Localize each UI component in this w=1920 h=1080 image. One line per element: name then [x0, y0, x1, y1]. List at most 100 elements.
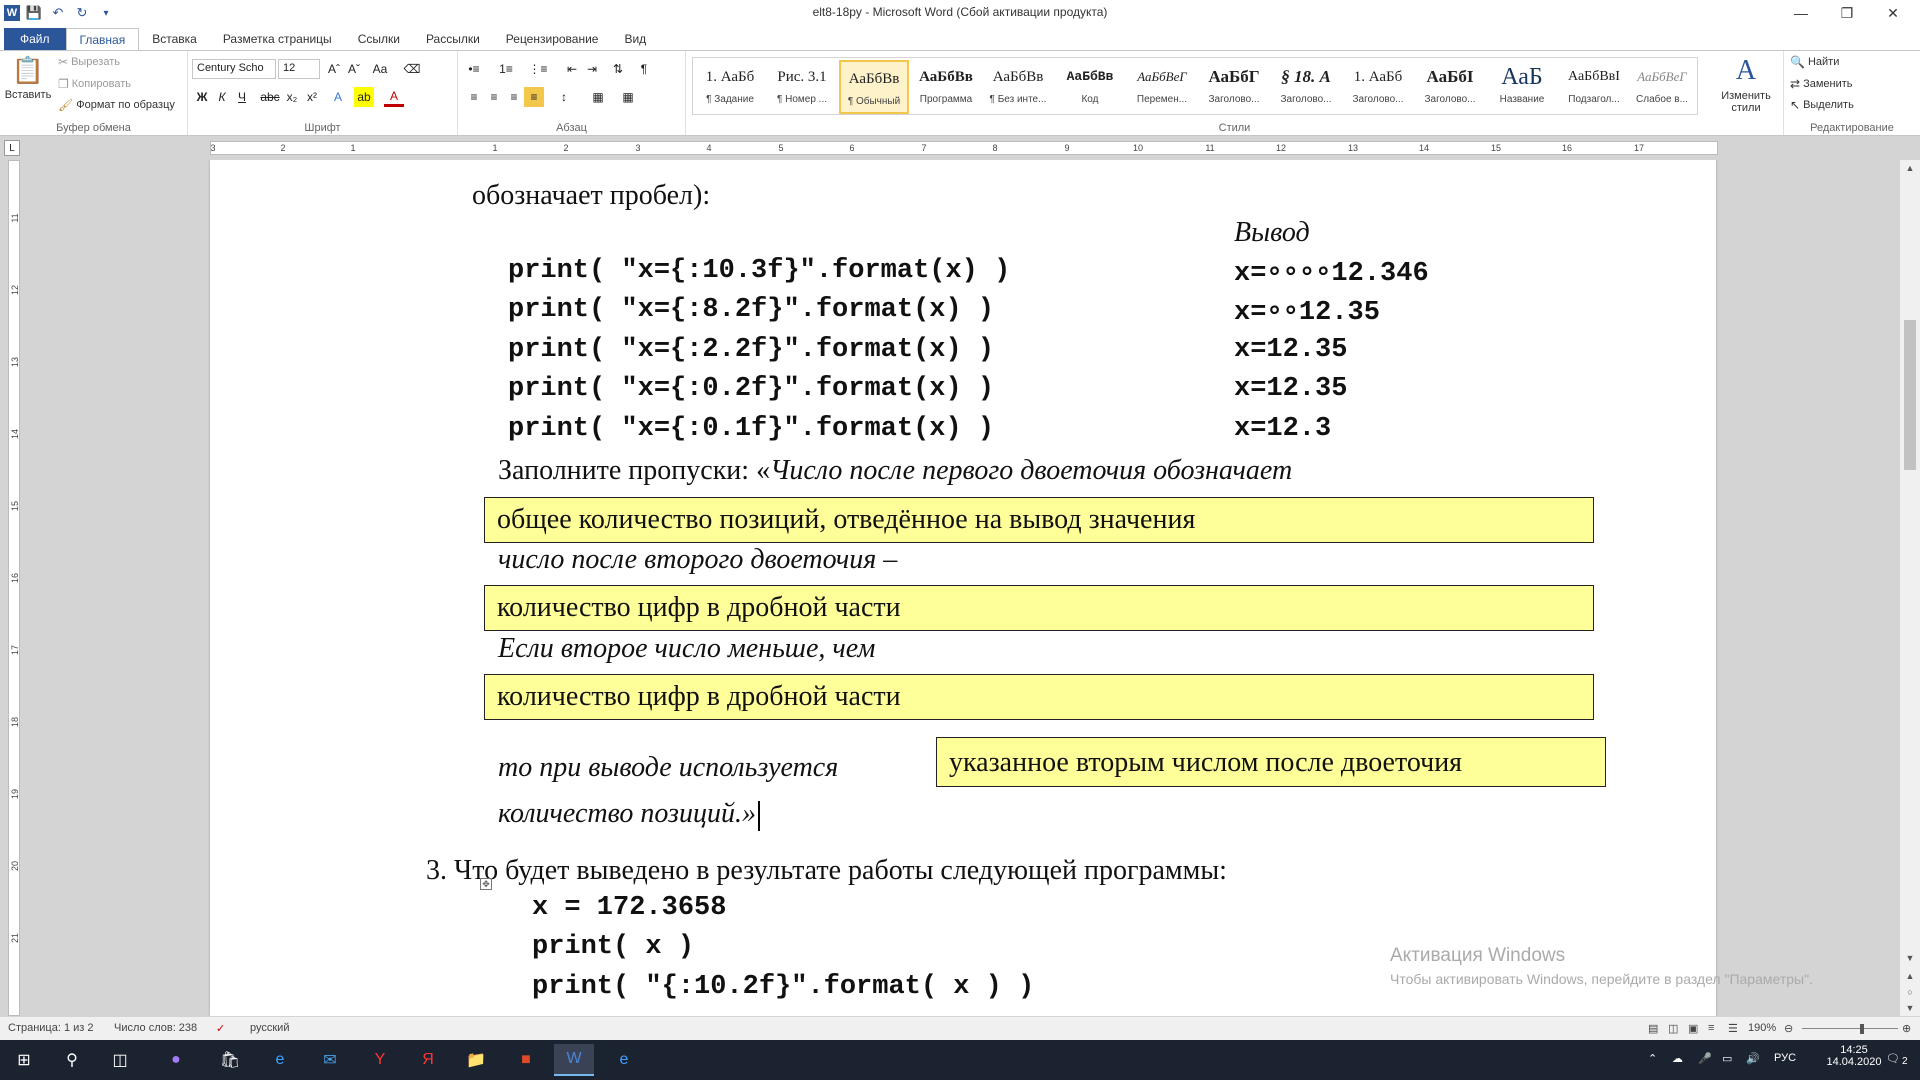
zoom-level[interactable]: 190% [1748, 1022, 1776, 1034]
line-spacing-icon[interactable]: ↕ [554, 87, 574, 107]
style-item[interactable]: АаБбВв Код [1055, 60, 1125, 114]
save-icon[interactable]: 💾 [24, 3, 44, 23]
vertical-scrollbar[interactable]: ▲ ▼ ▲ ○ ▼ [1900, 160, 1920, 1016]
tab-review[interactable]: Рецензирование [493, 28, 612, 50]
input-language[interactable]: РУС [1774, 1052, 1796, 1064]
minimize-icon[interactable]: — [1778, 0, 1824, 26]
shrink-font-icon[interactable]: Aˇ [344, 59, 364, 79]
table-move-handle-icon[interactable]: ✥ [480, 878, 492, 890]
answer-box-1[interactable]: общее количество позиций, отведённое на … [484, 497, 1594, 543]
find-button[interactable]: 🔍 Найти [1790, 55, 1839, 69]
next-page-icon[interactable]: ▼ [1900, 1000, 1920, 1016]
zoom-in-icon[interactable]: ⊕ [1902, 1022, 1911, 1035]
style-item[interactable]: 1. АаБб ¶ Задание [695, 60, 765, 114]
underline-icon[interactable]: Ч [232, 87, 252, 107]
subscript-icon[interactable]: x₂ [282, 87, 302, 107]
pilcrow-icon[interactable]: ¶ [634, 59, 654, 79]
text-effects-icon[interactable]: A [328, 87, 348, 107]
highlight-icon[interactable]: ab [354, 87, 374, 107]
style-item[interactable]: АаБбВеГ Перемен... [1127, 60, 1197, 114]
cut-button[interactable]: ✂ Вырезать [58, 55, 120, 69]
tab-stop-selector[interactable]: L [4, 140, 20, 156]
style-item[interactable]: § 18. А Заголово... [1271, 60, 1341, 114]
onedrive-icon[interactable]: ☁ [1672, 1052, 1683, 1065]
search-icon[interactable]: ⚲ [52, 1044, 92, 1076]
style-item[interactable]: Рис. 3.1 ¶ Номер ... [767, 60, 837, 114]
style-item[interactable]: АаБбI Заголово... [1415, 60, 1485, 114]
print-layout-view-icon[interactable]: ▤ [1648, 1022, 1658, 1035]
tab-page-layout[interactable]: Разметка страницы [210, 28, 345, 50]
task-view-icon[interactable]: ◫ [100, 1044, 140, 1076]
align-center-icon[interactable]: ≡ [484, 87, 504, 107]
scroll-down-icon[interactable]: ▼ [1900, 950, 1920, 966]
mail-icon[interactable]: ✉ [310, 1044, 350, 1076]
tab-file[interactable]: Файл [4, 28, 66, 50]
reading-view-icon[interactable]: ◫ [1668, 1022, 1678, 1035]
word-taskbar-icon[interactable]: W [554, 1044, 594, 1076]
style-item[interactable]: АаБбВеГ Слабое в... [1631, 60, 1693, 114]
windows-start-icon[interactable]: ⊞ [4, 1044, 44, 1076]
word-count[interactable]: Число слов: 238 [114, 1022, 197, 1034]
decrease-indent-icon[interactable]: ⇤ [562, 59, 582, 79]
answer-box-4[interactable]: указанное вторым числом после двоеточия [936, 737, 1606, 787]
volume-icon[interactable]: 🔊 [1746, 1052, 1760, 1065]
internet-explorer-icon[interactable]: e [604, 1044, 644, 1076]
store-icon[interactable]: 🛍 [210, 1044, 250, 1076]
answer-box-2[interactable]: количество цифр в дробной части [484, 585, 1594, 631]
vertical-ruler[interactable]: 11 12 13 14 15 16 17 18 19 20 21 [8, 160, 20, 1016]
numbering-icon[interactable]: 1≡ [496, 59, 516, 79]
tab-mailings[interactable]: Рассылки [413, 28, 493, 50]
paste-button[interactable]: 📋 Вставить [5, 55, 52, 101]
notifications-icon[interactable]: 🗨 [1886, 1052, 1900, 1065]
select-button[interactable]: ↖ Выделить [1790, 98, 1854, 112]
style-item[interactable]: АаБбВв ¶ Без инте... [983, 60, 1053, 114]
copy-button[interactable]: ❐ Копировать [58, 77, 131, 91]
close-icon[interactable]: ✕ [1870, 0, 1916, 26]
superscript-icon[interactable]: x² [302, 87, 322, 107]
browse-object-icon[interactable]: ○ [1900, 984, 1920, 1000]
shading-icon[interactable]: ▦ [588, 87, 608, 107]
bold-icon[interactable]: Ж [192, 87, 212, 107]
style-item[interactable]: АаБбВвI Подзагол... [1559, 60, 1629, 114]
strikethrough-icon[interactable]: abc [260, 87, 280, 107]
grow-font-icon[interactable]: Aˆ [324, 59, 344, 79]
style-item-selected[interactable]: АаБбВв ¶ Обычный [839, 60, 909, 114]
scroll-up-icon[interactable]: ▲ [1900, 160, 1920, 176]
change-styles-button[interactable]: A Изменить стили [1716, 55, 1776, 114]
replace-button[interactable]: ⇄ Заменить [1790, 77, 1853, 91]
tab-insert[interactable]: Вставка [139, 28, 210, 50]
redo-icon[interactable]: ↻ [72, 3, 92, 23]
undo-icon[interactable]: ↶ [48, 3, 68, 23]
align-right-icon[interactable]: ≡ [504, 87, 524, 107]
web-layout-icon[interactable]: ▣ [1688, 1022, 1698, 1035]
network-icon[interactable]: ▭ [1722, 1052, 1732, 1065]
zoom-slider-thumb[interactable] [1860, 1024, 1864, 1034]
clock[interactable]: 14:25 14.04.2020 [1826, 1044, 1882, 1068]
justify-icon[interactable]: ≡ [524, 87, 544, 107]
yandex-browser-icon[interactable]: Y [360, 1044, 400, 1076]
style-item[interactable]: АаБбГ Заголово... [1199, 60, 1269, 114]
file-explorer-icon[interactable]: 📁 [456, 1044, 496, 1076]
microphone-icon[interactable]: 🎤 [1698, 1052, 1712, 1065]
align-left-icon[interactable]: ≡ [464, 87, 484, 107]
tab-view[interactable]: Вид [611, 28, 659, 50]
page-count[interactable]: Страница: 1 из 2 [8, 1022, 94, 1034]
horizontal-ruler[interactable]: 3 2 1 1 2 3 4 5 6 7 8 9 10 11 12 13 14 1… [210, 141, 1718, 155]
scroll-thumb[interactable] [1904, 320, 1916, 470]
multilevel-list-icon[interactable]: ⋮≡ [528, 59, 548, 79]
answer-box-3[interactable]: количество цифр в дробной части [484, 674, 1594, 720]
bullets-icon[interactable]: •≡ [464, 59, 484, 79]
sort-icon[interactable]: ⇅ [608, 59, 628, 79]
proofing-icon[interactable]: ✓ [216, 1022, 225, 1035]
document-page[interactable]: обозначает пробел): Вывод print( "x={:10… [210, 160, 1716, 1016]
language-indicator[interactable]: русский [250, 1022, 289, 1034]
customize-qat-icon[interactable]: ▾ [96, 3, 116, 23]
show-hidden-icons-icon[interactable]: ⌃ [1648, 1052, 1657, 1065]
zoom-out-icon[interactable]: ⊖ [1784, 1022, 1793, 1035]
font-name-select[interactable]: Century Scho [192, 59, 276, 79]
restore-icon[interactable]: ❐ [1824, 0, 1870, 26]
prev-page-icon[interactable]: ▲ [1900, 968, 1920, 984]
edge-icon[interactable]: e [260, 1044, 300, 1076]
change-case-icon[interactable]: Aa [370, 59, 390, 79]
outline-view-icon[interactable]: ≡ [1708, 1022, 1714, 1034]
